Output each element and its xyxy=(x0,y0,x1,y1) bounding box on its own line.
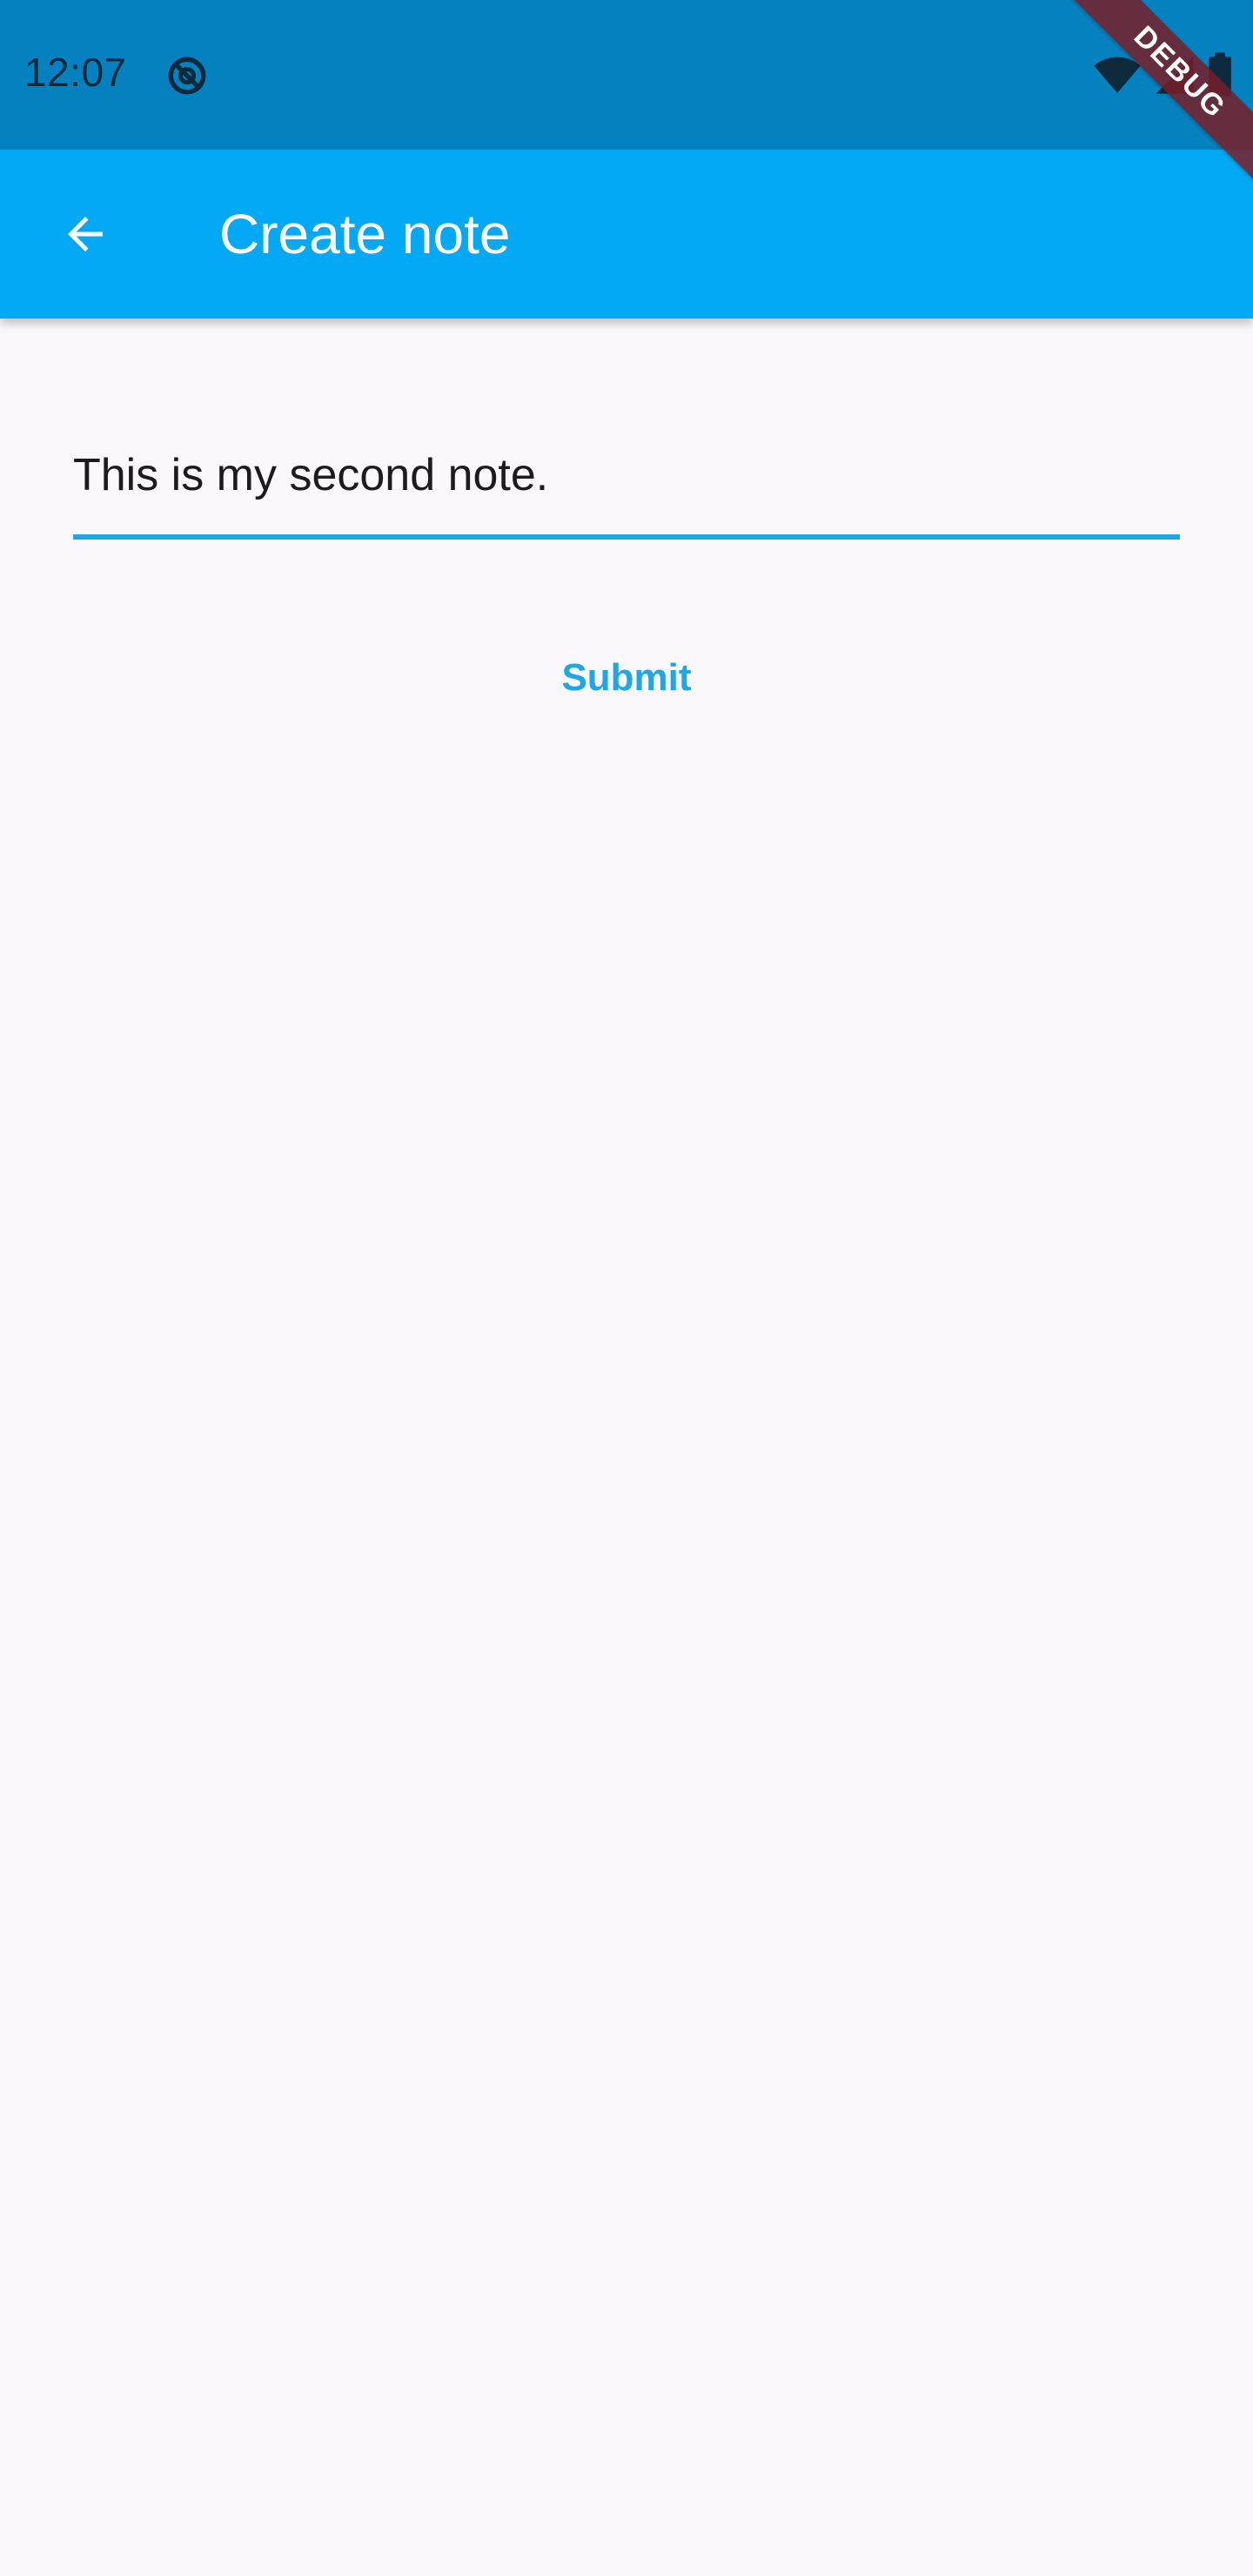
arrow-back-icon xyxy=(68,217,103,252)
screen: 12:07 DEBUG Create note This is my secon… xyxy=(0,0,1253,2576)
status-time: 12:07 xyxy=(24,50,127,95)
submit-button[interactable]: Submit xyxy=(487,630,766,726)
back-button[interactable] xyxy=(42,191,129,278)
note-field xyxy=(73,418,1180,540)
status-bar: 12:07 DEBUG xyxy=(0,0,1253,218)
app-bar: Create note xyxy=(0,150,1253,319)
field-underline xyxy=(73,534,1180,540)
sync-icon xyxy=(168,57,206,95)
wifi-icon xyxy=(1094,57,1141,93)
page-title: Create note xyxy=(219,203,511,265)
note-input[interactable] xyxy=(73,418,1180,533)
content: Submit xyxy=(0,319,1253,2576)
